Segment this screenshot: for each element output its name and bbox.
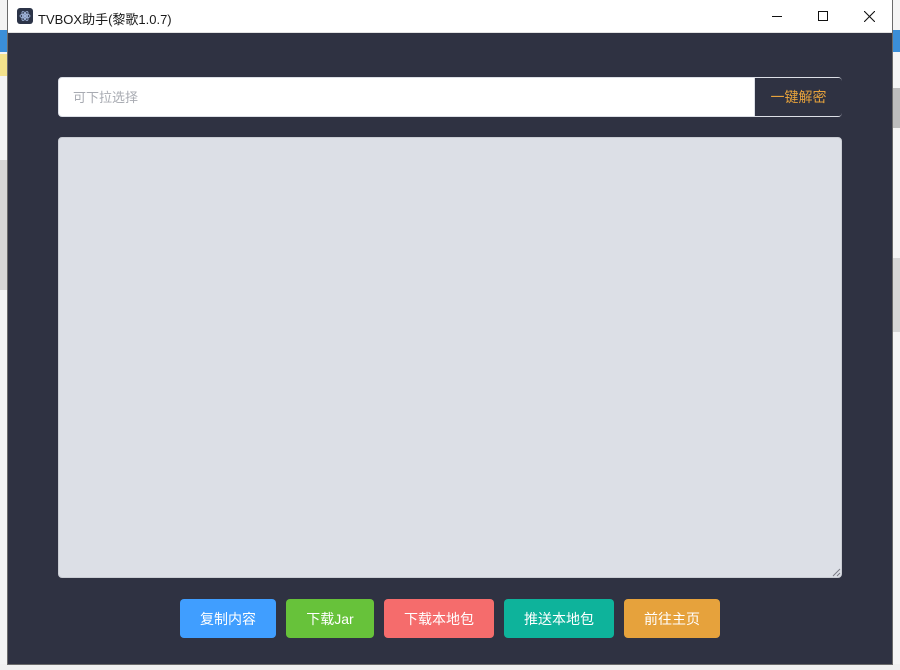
copy-content-button[interactable]: 复制内容 (180, 599, 276, 638)
maximize-button[interactable] (800, 0, 846, 32)
decrypt-button[interactable]: 一键解密 (754, 78, 842, 116)
app-window: TVBOX助手(黎歌1.0.7) 一键解密 复制内容 (8, 0, 892, 664)
download-jar-button[interactable]: 下载Jar (286, 599, 374, 638)
maximize-icon (818, 11, 828, 21)
background-fragment (892, 258, 900, 332)
app-logo-icon (17, 8, 33, 24)
minimize-icon (772, 16, 782, 17)
background-desktop-bottom (0, 664, 900, 670)
title-bar[interactable]: TVBOX助手(黎歌1.0.7) (8, 0, 892, 33)
background-fragment (0, 30, 8, 52)
main-content: 一键解密 复制内容 下载Jar 下载本地包 推送本地包 前往主页 (8, 33, 892, 664)
source-select-input[interactable] (59, 78, 753, 116)
background-fragment (892, 88, 900, 128)
close-button[interactable] (846, 0, 892, 32)
background-fragment (0, 54, 8, 76)
source-selector: 一键解密 (58, 77, 842, 117)
background-fragment (892, 30, 900, 52)
background-desktop-left (0, 0, 8, 670)
minimize-button[interactable] (754, 0, 800, 32)
close-icon (863, 10, 875, 22)
background-fragment (0, 160, 8, 290)
push-local-package-button[interactable]: 推送本地包 (504, 599, 614, 638)
content-textarea[interactable] (58, 137, 842, 578)
go-homepage-button[interactable]: 前往主页 (624, 599, 720, 638)
background-desktop-right (892, 0, 900, 670)
download-local-package-button[interactable]: 下载本地包 (384, 599, 494, 638)
resize-grip-icon[interactable] (832, 568, 841, 577)
window-title: TVBOX助手(黎歌1.0.7) (38, 12, 172, 27)
